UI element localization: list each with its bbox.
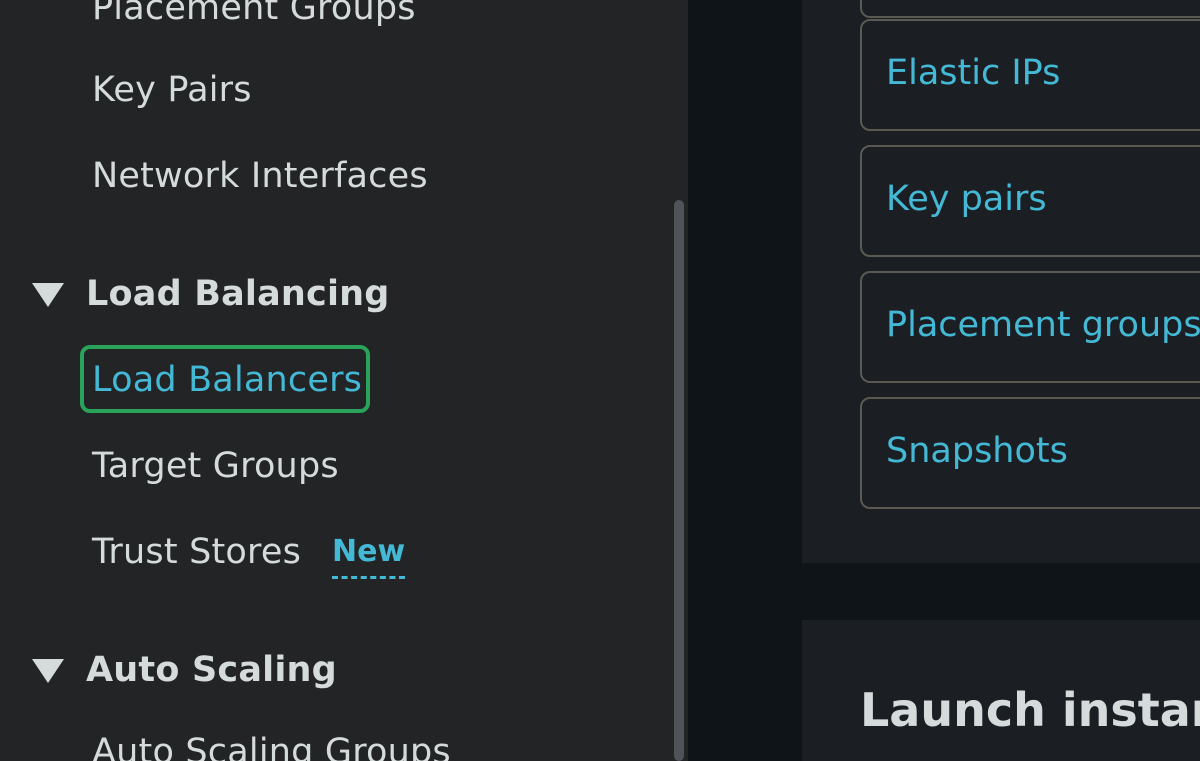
sidebar-item-placement-groups[interactable]: Placement Groups <box>92 0 416 30</box>
sidebar-item-network-interfaces[interactable]: Network Interfaces <box>92 154 428 198</box>
caret-down-icon <box>32 659 64 683</box>
resource-link-elastic-ips[interactable]: Elastic IPs <box>886 51 1060 95</box>
section-label: Load Balancing <box>86 274 390 314</box>
resource-link-key-pairs[interactable]: Key pairs <box>886 177 1047 221</box>
sidebar-nav: Placement Groups Key Pairs Network Inter… <box>0 0 688 761</box>
section-auto-scaling[interactable]: Auto Scaling <box>32 646 337 694</box>
sidebar-item-target-groups[interactable]: Target Groups <box>92 444 339 488</box>
resource-link-placement-groups[interactable]: Placement groups <box>886 303 1200 347</box>
sidebar-item-trust-stores[interactable]: Trust Stores <box>92 530 301 574</box>
sidebar-item-auto-scaling-groups[interactable]: Auto Scaling Groups <box>92 730 451 761</box>
sidebar-item-key-pairs[interactable]: Key Pairs <box>92 68 252 112</box>
caret-down-icon <box>32 283 64 307</box>
new-badge[interactable]: New <box>332 532 406 579</box>
ec2-console: Placement Groups Key Pairs Network Inter… <box>0 0 1200 761</box>
launch-instance-title: Launch instance <box>860 683 1200 737</box>
resource-card-placement-groups[interactable]: Placement groups <box>860 271 1200 383</box>
sidebar-scrollbar-thumb[interactable] <box>674 200 684 761</box>
section-load-balancing[interactable]: Load Balancing <box>32 270 390 318</box>
resource-link-snapshots[interactable]: Snapshots <box>886 429 1068 473</box>
section-label: Auto Scaling <box>86 650 337 690</box>
resource-card-top[interactable] <box>860 0 1200 18</box>
resource-card-snapshots[interactable]: Snapshots <box>860 397 1200 509</box>
sidebar-item-load-balancers[interactable]: Load Balancers <box>92 358 362 402</box>
resource-card-elastic-ips[interactable]: Elastic IPs <box>860 19 1200 131</box>
resource-card-key-pairs[interactable]: Key pairs <box>860 145 1200 257</box>
